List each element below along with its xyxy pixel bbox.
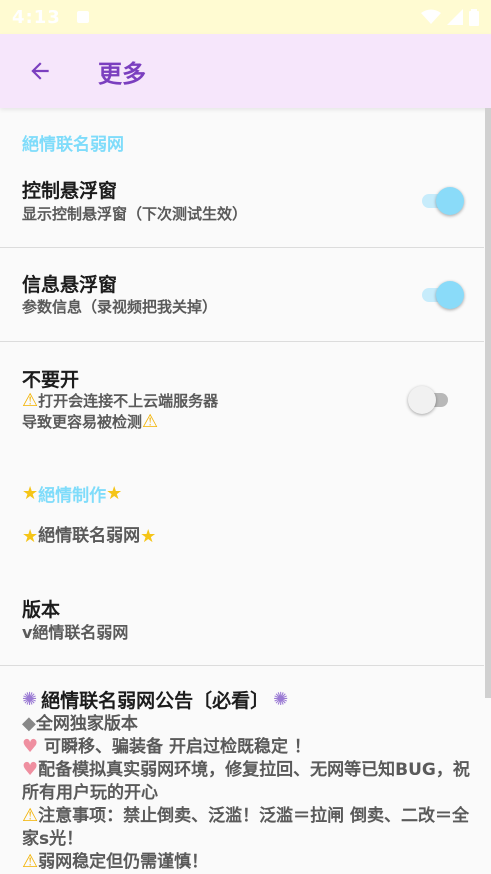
summary-line: 导致更容易被检测: [22, 413, 143, 431]
do-not-enable-switch[interactable]: [408, 385, 456, 415]
star-icon: ★: [106, 482, 123, 504]
gamepad-icon: ◆: [22, 713, 36, 734]
status-bar: 4:13: [0, 0, 491, 34]
pref-title: 版本: [22, 599, 61, 621]
announcement-line-text: 可瞬移、骗装备 开启过检既稳定 ！: [38, 737, 311, 757]
scrollbar[interactable]: [485, 108, 491, 698]
back-button[interactable]: [20, 51, 60, 91]
info-window-switch[interactable]: [418, 280, 466, 310]
divider: [0, 247, 484, 248]
summary-line: 打开会连接不上云端服务器: [38, 392, 219, 410]
pref-title: 信息悬浮窗: [22, 274, 118, 296]
arrow-left-icon: [31, 62, 49, 80]
announcement-title-text: 絕情联名弱网公告〔必看〕: [41, 690, 270, 712]
switch-thumb: [436, 187, 464, 215]
warning-icon: ⚠: [22, 390, 39, 411]
battery-icon: [469, 8, 479, 26]
pref-summary: ⚠打开会连接不上云端服务器 导致更容易被检测⚠: [22, 391, 218, 433]
heart-icon: ♥: [22, 736, 39, 757]
announcement-card[interactable]: ✺ 絕情联名弱网公告〔必看〕 ✺ ◆全网独家版本 ♥ 可瞬移、骗装备 开启过检既…: [22, 686, 472, 874]
switch-thumb: [436, 281, 464, 309]
switch-thumb: [408, 386, 436, 414]
app-bar: 更多: [0, 34, 491, 108]
pref-summary: 参数信息（录视频把我关掉）: [22, 298, 218, 316]
divider: [0, 341, 484, 342]
warning-icon: ⚠: [142, 411, 159, 432]
announcement-line: ⚠注意事项：禁止倒卖、泛滥！泛滥＝拉闸 倒卖、二改＝全家s光！: [22, 805, 472, 851]
brand-text: 絕情联名弱网: [38, 526, 141, 546]
signal-icon: [447, 9, 463, 25]
heart-icon: ♥: [22, 759, 39, 780]
pref-summary: 显示控制悬浮窗（下次测试生效）: [22, 205, 248, 223]
announcement-line-text: 弱网稳定但仍需谨慎！: [38, 852, 209, 872]
announcement-line: ♥ 可瞬移、骗装备 开启过检既稳定 ！: [22, 736, 472, 759]
notification-icon: [76, 11, 89, 23]
pref-title: 不要开: [22, 369, 80, 391]
status-time: 4:13: [12, 6, 61, 28]
dizzy-icon: ✺: [273, 688, 289, 710]
floating-window-switch[interactable]: [418, 186, 466, 216]
announcement-title: ✺ 絕情联名弱网公告〔必看〕 ✺: [22, 686, 472, 713]
page-title: 更多: [98, 59, 146, 88]
pref-title: 控制悬浮窗: [22, 180, 118, 202]
category-label: 絕情联名弱网: [22, 135, 124, 155]
warning-icon: ⚠: [22, 851, 39, 872]
announcement-line-text: 注意事项：禁止倒卖、泛滥！泛滥＝拉闸 倒卖、二改＝全家s光！: [22, 806, 470, 849]
star-icon: ★: [140, 525, 157, 547]
announcement-line: ◆全网独家版本: [22, 713, 472, 736]
category-header: ★ 絕情制作 ★: [22, 481, 122, 506]
wifi-icon: [421, 9, 441, 24]
star-icon: ★: [22, 482, 39, 504]
category-label: 絕情制作: [38, 486, 107, 506]
status-icons: [421, 8, 479, 26]
category-header: 絕情联名弱网: [22, 130, 124, 155]
announcement-line-text: 配备模拟真实弱网环境，修复拉回、无网等已知BUG，祝所有用户玩的开心: [22, 760, 470, 803]
divider: [0, 665, 484, 666]
announcement-line: ⚠弱网稳定但仍需谨慎！: [22, 851, 472, 874]
dizzy-icon: ✺: [22, 688, 38, 710]
warning-icon: ⚠: [22, 805, 39, 826]
announcement-line-text: 全网独家版本: [35, 714, 138, 734]
version-value: v絕情联名弱网: [22, 623, 129, 642]
brand-item[interactable]: ★ 絕情联名弱网 ★: [22, 526, 156, 547]
star-icon: ★: [22, 525, 39, 547]
announcement-line: ♥配备模拟真实弱网环境，修复拉回、无网等已知BUG，祝所有用户玩的开心: [22, 759, 472, 805]
